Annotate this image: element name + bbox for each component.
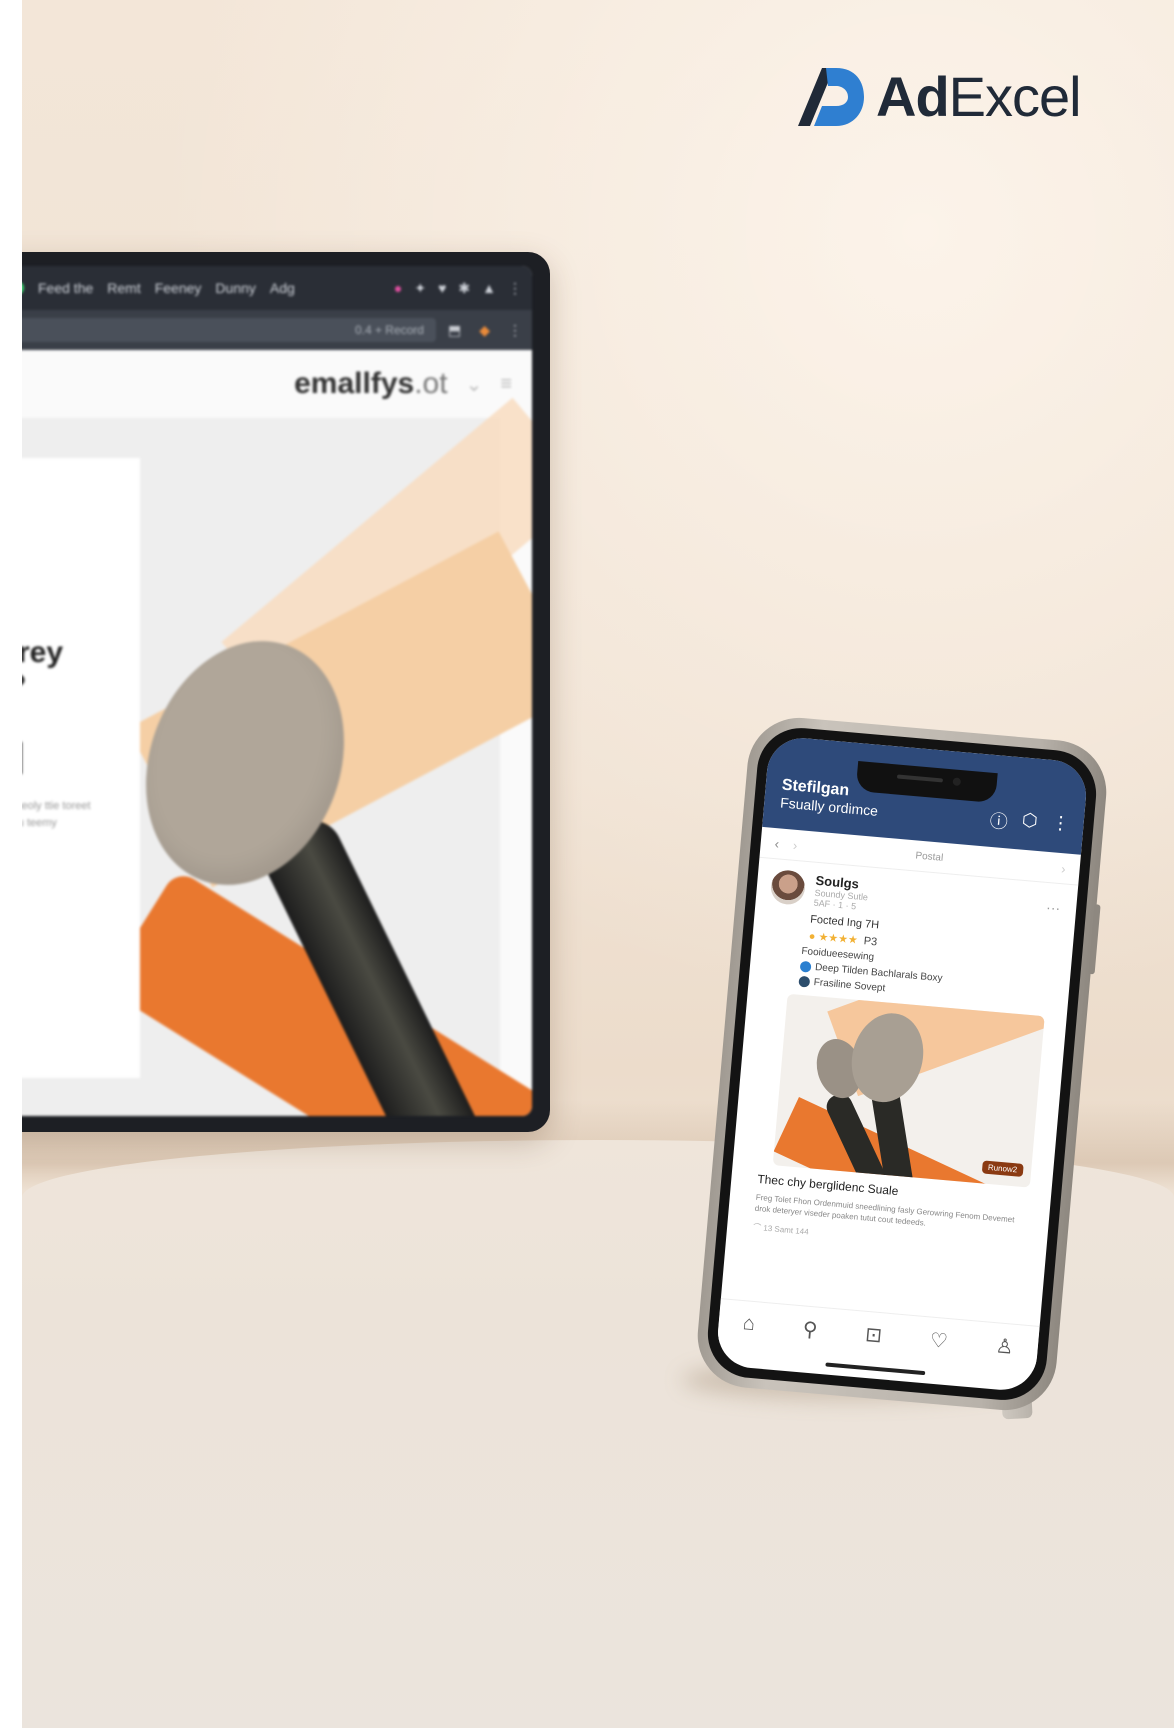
- hero-text-card: [22, 458, 140, 1078]
- forward-icon[interactable]: ›: [792, 837, 798, 852]
- chevron-right-icon[interactable]: ›: [1061, 861, 1067, 876]
- browser-tab-icons: ● ✦ ♥ ✱ ▲ ⋮: [394, 280, 522, 297]
- browser-tab[interactable]: Feed the: [38, 280, 93, 296]
- extension-icon[interactable]: ◆: [479, 322, 490, 339]
- header-actions: ⓘ ⬡ ⋮: [989, 807, 1071, 840]
- star-icon[interactable]: ✦: [414, 280, 426, 297]
- front-camera: [952, 777, 962, 787]
- home-icon[interactable]: ⌂: [742, 1312, 756, 1336]
- browser-tab[interactable]: Adg: [270, 280, 295, 296]
- adexcel-wordmark: AdExcel: [876, 65, 1082, 128]
- chevron-down-icon[interactable]: ⌄: [466, 372, 483, 397]
- profile-icon[interactable]: ●: [394, 280, 402, 297]
- lock-icon[interactable]: ▲: [482, 280, 496, 297]
- nav-title: Postal: [915, 849, 944, 864]
- avatar[interactable]: [769, 868, 807, 906]
- notification-icon[interactable]: ⬡: [1021, 810, 1038, 837]
- adexcel-logo: AdExcel: [796, 65, 1082, 128]
- tag-icon: [799, 960, 812, 973]
- site-brand[interactable]: emallfys.ot: [294, 367, 447, 401]
- profile-icon[interactable]: ♙: [995, 1333, 1015, 1359]
- menu-icon[interactable]: ≡: [500, 373, 512, 396]
- browser-tab[interactable]: Feeney: [155, 280, 202, 296]
- browser-tab[interactable]: Dunny: [215, 280, 255, 296]
- help-icon[interactable]: ⓘ: [989, 807, 1009, 834]
- browser-status-dot: [22, 281, 24, 295]
- monitor-screen: Feed the Remt Feeney Dunny Adg ● ✦ ♥ ✱ ▲…: [22, 266, 532, 1116]
- extension-icon[interactable]: ✱: [458, 280, 470, 297]
- heart-icon[interactable]: ♥: [438, 280, 446, 297]
- smartphone: Stefilgan Fsually ordimce ⓘ ⬡ ⋮ ‹ › Post…: [693, 713, 1111, 1420]
- share-icon[interactable]: ⬒: [448, 322, 461, 339]
- search-icon[interactable]: ⚲: [802, 1316, 819, 1342]
- more-icon[interactable]: ···: [1046, 899, 1061, 916]
- speaker-grille: [896, 774, 944, 783]
- browser-tab-bar: Feed the Remt Feeney Dunny Adg ● ✦ ♥ ✱ ▲…: [22, 266, 532, 310]
- browser-tab[interactable]: Remt: [107, 280, 140, 296]
- hero-headline: frey ?: [22, 636, 64, 702]
- heart-icon[interactable]: ♡: [929, 1327, 949, 1353]
- phone-screen: Stefilgan Fsually ordimce ⓘ ⬡ ⋮ ‹ › Post…: [715, 735, 1089, 1393]
- back-icon[interactable]: ‹: [774, 836, 780, 851]
- feed-post: Soulgs Soundy Sutle 5AF · 1 · 5 ··· Foct…: [727, 858, 1078, 1259]
- star-rating-icon: ★★★★: [817, 931, 859, 947]
- hero-section: frey ? Sneoly ttie toreet oru teemy: [22, 397, 532, 1116]
- adexcel-mark-icon: [798, 68, 864, 126]
- bottom-tab-bar: ⌂ ⚲ ⊡ ♡ ♙: [716, 1298, 1040, 1371]
- hero-description: Sneoly ttie toreet oru teemy: [22, 800, 91, 829]
- site-header: emallfys.ot ⌄ ≡: [22, 350, 532, 418]
- rating-emoji-icon: ●: [808, 930, 816, 943]
- browser-url-icons: ⬒ ◆ ⋮: [448, 322, 522, 339]
- address-input[interactable]: 0.4 + Record: [22, 318, 436, 342]
- post-image[interactable]: Runow2: [772, 993, 1045, 1188]
- image-badge: Runow2: [981, 1160, 1024, 1177]
- desktop-monitor: Feed the Remt Feeney Dunny Adg ● ✦ ♥ ✱ ▲…: [22, 252, 550, 1132]
- browser-url-bar: 0.4 + Record ⬒ ◆ ⋮: [22, 310, 532, 350]
- more-icon[interactable]: ⋮: [508, 280, 522, 297]
- create-icon[interactable]: ⊡: [864, 1321, 883, 1347]
- tag-icon: [798, 975, 811, 988]
- rating-count: P3: [863, 935, 878, 949]
- more-icon[interactable]: ⋮: [508, 322, 522, 339]
- home-indicator: [825, 1362, 926, 1376]
- scene: AdExcel Feed the Remt Feeney Dunny Adg ●…: [22, 0, 1174, 1728]
- more-icon[interactable]: ⋮: [1050, 812, 1071, 839]
